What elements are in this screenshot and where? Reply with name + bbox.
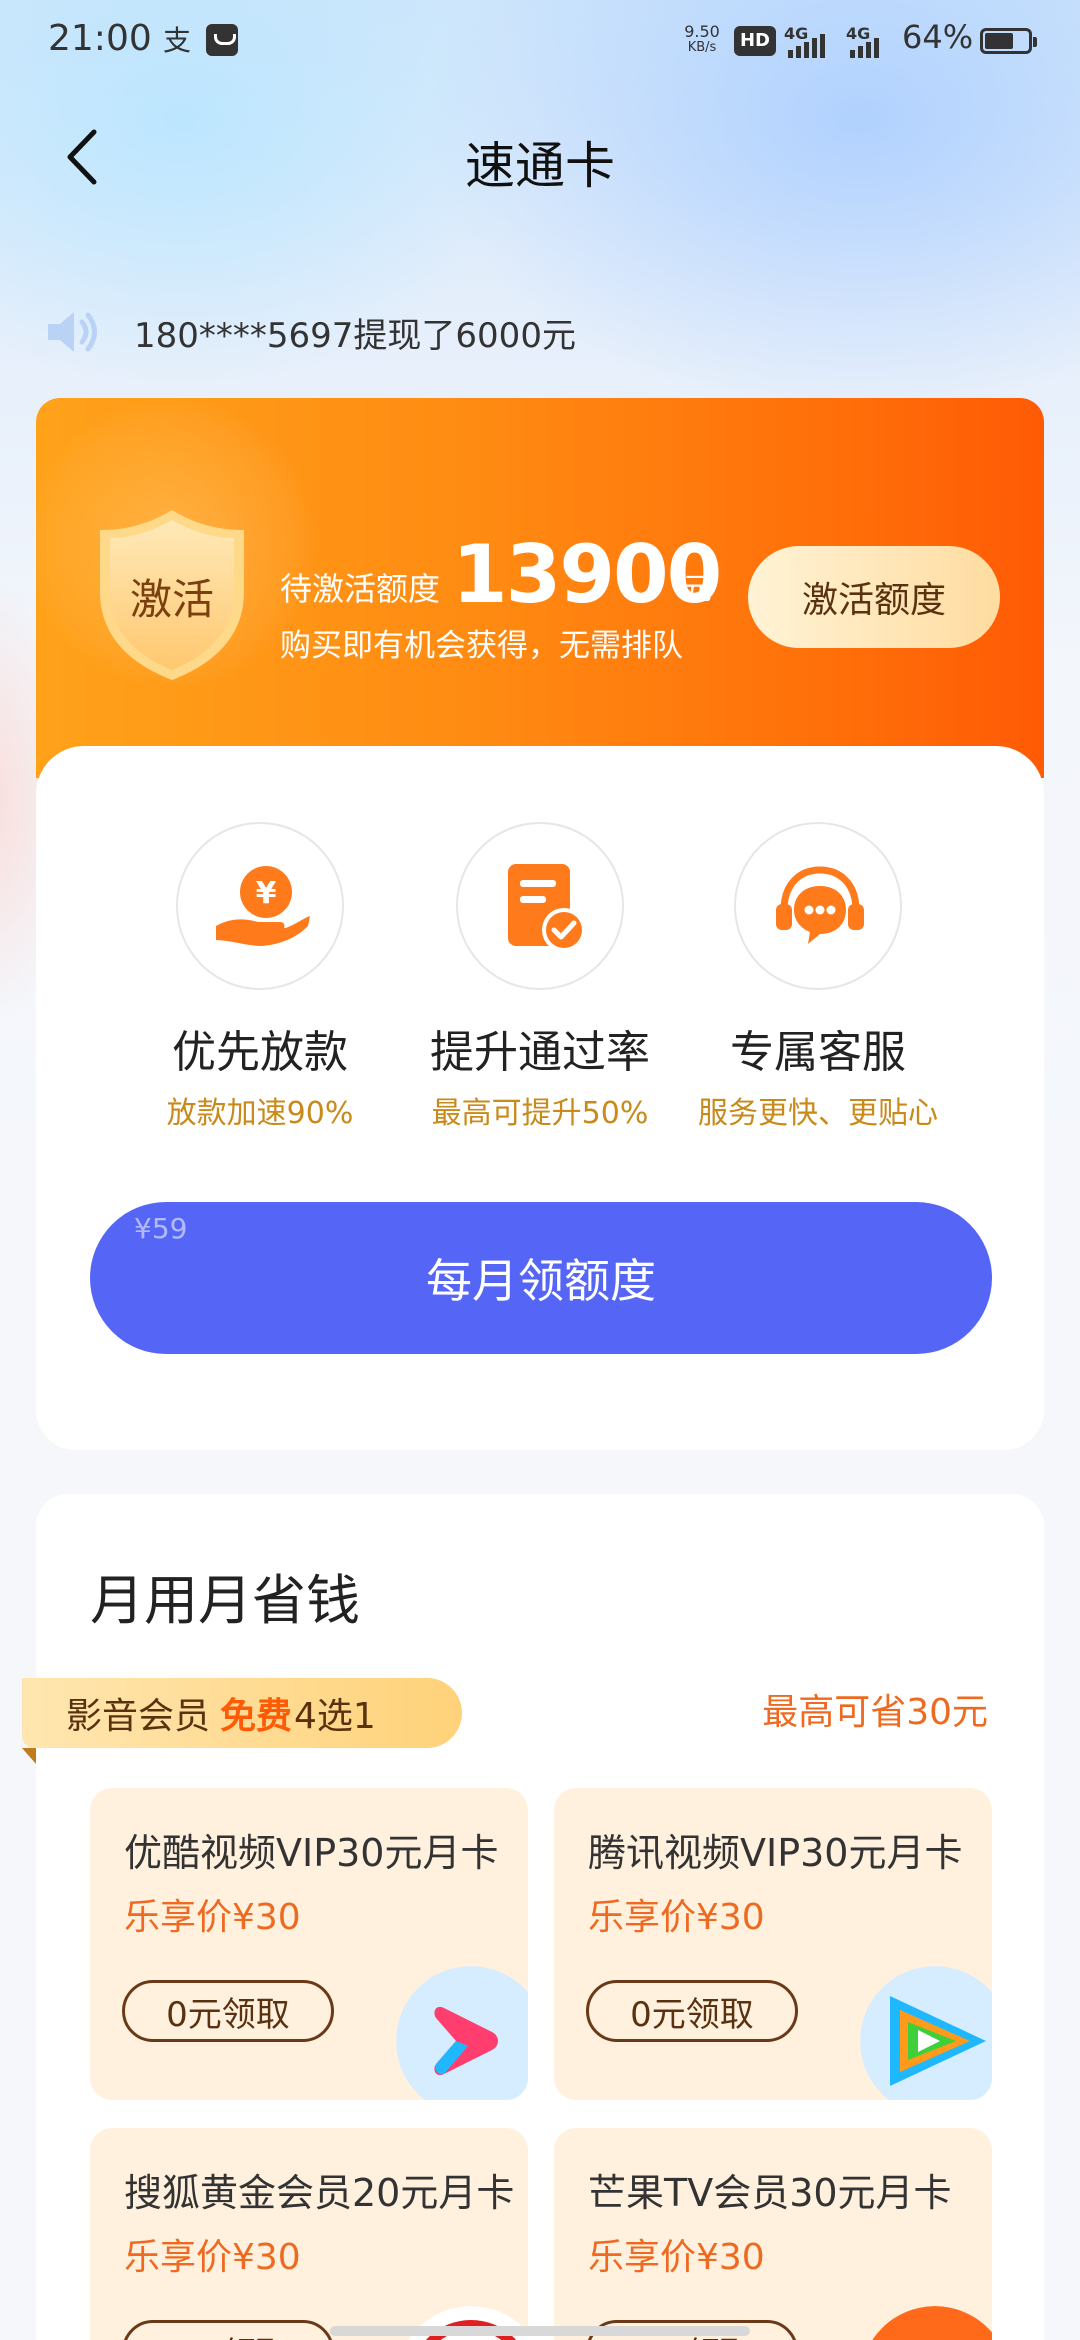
document-check-icon	[508, 864, 586, 952]
vip-price: 乐享价¥30	[124, 1897, 301, 1938]
activate-button[interactable]: 激活额度	[748, 546, 1000, 648]
speaker-icon	[48, 312, 97, 352]
benefit-subtitle: 放款加速90%	[166, 1096, 354, 1131]
network-speed: 9.50 KB/s	[680, 24, 724, 56]
home-indicator[interactable]	[330, 2326, 750, 2336]
status-time: 21:00	[48, 18, 152, 59]
banner-label: 待激活额度	[280, 570, 441, 608]
network-speed-value: 9.50	[684, 22, 720, 41]
activation-banner: 激活 待激活额度 13900 元 购买即有机会获得，无需排队 激活额度	[36, 398, 1044, 778]
claim-button[interactable]: 0元领取	[586, 1980, 798, 2042]
vip-card-sohu[interactable]: 搜狐黄金会员20元月卡 乐享价¥30 0元领取	[90, 2128, 528, 2340]
claim-button[interactable]: 0元领取	[122, 2320, 334, 2340]
vip-name: 优酷视频VIP30元月卡	[124, 1831, 499, 1875]
ticker-text: 180****5697提现了6000元	[134, 315, 576, 356]
benefit-title: 专属客服	[730, 1027, 906, 1078]
benefit-title: 优先放款	[172, 1027, 348, 1078]
monthly-credit-button[interactable]: 每月领额度	[90, 1202, 992, 1354]
benefit-icon-circle	[734, 822, 902, 990]
status-bar: 21:00 支 9.50 KB/s HD 4G 4G 64%	[0, 0, 1080, 84]
monthly-price: ¥59	[134, 1212, 188, 1245]
mango-tv-icon	[872, 2306, 992, 2340]
benefit-icon-circle: ¥	[176, 822, 344, 990]
shield-text: 激活	[130, 575, 214, 624]
max-save-text: 最高可省30元	[762, 1692, 988, 1733]
benefit-priority-loan: ¥ 优先放款 放款加速90%	[110, 822, 410, 1132]
battery-percent: 64%	[902, 18, 974, 56]
benefit-subtitle: 最高可提升50%	[431, 1096, 649, 1131]
banner-amount: 13900	[452, 528, 722, 621]
yuan-hand-icon: ¥	[216, 866, 310, 946]
battery-icon	[980, 28, 1037, 54]
svg-text:¥: ¥	[256, 876, 277, 911]
vip-name: 搜狐黄金会员20元月卡	[124, 2171, 515, 2215]
tencent-video-icon	[860, 1966, 992, 2100]
benefit-title: 提升通过率	[430, 1027, 650, 1078]
vip-price: 乐享价¥30	[588, 1897, 765, 1938]
message-icon	[206, 24, 238, 56]
shield-icon: 激活	[100, 510, 244, 680]
tag-suffix: 4选1	[294, 1696, 376, 1737]
vip-price: 乐享价¥30	[124, 2237, 301, 2278]
savings-section: 月用月省钱 影音会员 免费 4选1 最高可省30元 优酷视频VIP30元月卡 乐…	[22, 1494, 1044, 2340]
alipay-icon: 支	[162, 24, 191, 57]
benefit-subtitle: 服务更快、更贴心	[698, 1096, 938, 1131]
vip-card-mango[interactable]: 芒果TV会员30元月卡 乐享价¥30 0元领取	[554, 2128, 992, 2340]
savings-title: 月用月省钱	[90, 1569, 360, 1632]
claim-button[interactable]: 0元领取	[122, 1980, 334, 2042]
signal-icon: 4G	[846, 24, 906, 58]
tag-prefix: 影音会员	[66, 1696, 211, 1737]
vip-card-tencent[interactable]: 腾讯视频VIP30元月卡 乐享价¥30 0元领取	[554, 1788, 992, 2100]
withdraw-ticker: 180****5697提现了6000元	[44, 300, 576, 364]
tag-free: 免费	[220, 1696, 293, 1737]
banner-unit: 元	[682, 572, 712, 607]
headset-chat-icon	[776, 866, 864, 944]
signal-icon: 4G	[784, 24, 844, 58]
vip-card-youku[interactable]: 优酷视频VIP30元月卡 乐享价¥30 0元领取	[90, 1788, 528, 2100]
benefit-exclusive-service: 专属客服 服务更快、更贴心	[668, 822, 968, 1132]
network-speed-unit: KB/s	[687, 40, 717, 55]
benefit-icon-circle	[456, 822, 624, 990]
page-title: 速通卡	[465, 137, 615, 195]
banner-subtitle: 购买即有机会获得，无需排队	[280, 628, 683, 664]
tag-fold	[22, 1748, 36, 1764]
membership-tag: 影音会员 免费 4选1	[22, 1678, 462, 1748]
vip-price: 乐享价¥30	[588, 2237, 765, 2278]
vip-name: 腾讯视频VIP30元月卡	[588, 1831, 963, 1875]
hd-icon: HD	[734, 26, 776, 56]
youku-icon	[396, 1966, 528, 2100]
vip-name: 芒果TV会员30元月卡	[588, 2171, 952, 2215]
benefit-pass-rate: 提升通过率 最高可提升50%	[390, 822, 690, 1132]
benefits-card: ¥ 优先放款 放款加速90% 提升通过率 最高可提升50% 专属客服 服务更快、…	[36, 746, 1044, 1450]
